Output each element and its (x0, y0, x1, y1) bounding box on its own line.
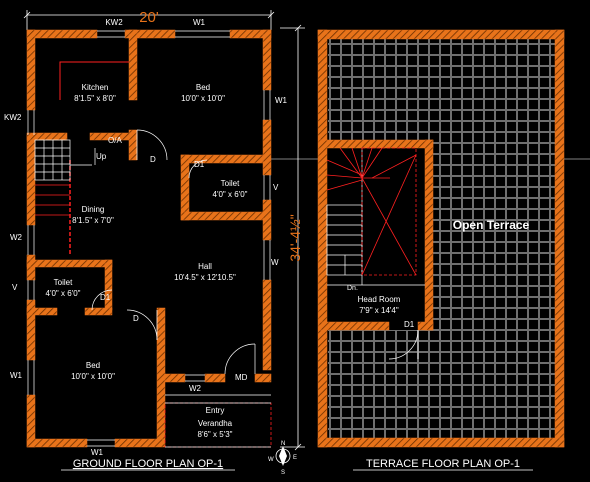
door-bed-bottom-label: D (133, 314, 139, 323)
bed-bottom-name: Bed (86, 361, 100, 370)
terrace-floor-title: TERRACE FLOOR PLAN OP-1 (366, 458, 520, 470)
bed-bottom-size: 10'0" x 10'0" (71, 372, 115, 381)
compass-w: W (268, 457, 274, 463)
vent-right-label: V (273, 183, 279, 192)
down-label: Dn. (347, 285, 358, 292)
terrace-door-label: D1 (404, 320, 415, 329)
oa-label: O/A (108, 136, 122, 145)
w1-bottom-label: W1 (91, 448, 104, 457)
up-label: Up (96, 152, 107, 161)
ground-windows (27, 30, 271, 447)
bed-top-size: 10'0" x 10'0" (181, 94, 225, 103)
door-bed-label: D (150, 155, 156, 164)
w-right-label: W (271, 258, 279, 267)
compass-s: S (281, 470, 285, 476)
compass-n: N (281, 441, 285, 447)
ground-staircase (34, 139, 92, 181)
kw2-left-label: KW2 (4, 113, 22, 122)
width-dimension-label: 20' (139, 9, 159, 26)
bed-top-name: Bed (196, 83, 210, 92)
w1-left-label: W1 (10, 371, 23, 380)
ground-opening-labels: KW2 W1 W1 KW2 O/A Up D D1 V W2 W V D1 D … (4, 18, 288, 457)
door-toilet-left-label: D1 (100, 293, 111, 302)
open-terrace-label: Open Terrace (453, 218, 530, 232)
verandha-size: 8'6" x 5'3" (198, 430, 233, 439)
compass-icon: W E N S (268, 441, 297, 476)
depth-dimension-label: 34'-4½" (287, 214, 303, 261)
w1-right-label: W1 (275, 96, 288, 105)
door-toilet-label: D1 (194, 160, 205, 169)
entry-label: Entry (206, 406, 225, 415)
compass-e: E (293, 455, 297, 461)
verandha-name: Verandha (198, 419, 233, 428)
ground-floor-title: GROUND FLOOR PLAN OP-1 (73, 458, 223, 470)
w2-bottom-label: W2 (189, 384, 202, 393)
vent-left-label: V (12, 283, 18, 292)
hall-size: 10'4.5" x 12'10.5" (174, 273, 236, 282)
w1-top-label: W1 (193, 18, 206, 27)
toilet-left-name: Toilet (54, 278, 73, 287)
kitchen-name: Kitchen (82, 83, 109, 92)
ground-door-swings (91, 129, 256, 375)
dining-name: Dining (82, 205, 105, 214)
floor-plan-drawing: 20' 34'-4½" Kitchen 8'1.5" x 8'0" Bed 10… (4, 9, 590, 476)
dining-size: 8'1.5" x 7'0" (72, 216, 114, 225)
kw2-top-label: KW2 (105, 18, 123, 27)
ground-outer-walls (26, 29, 272, 448)
toilet-right-size: 4'0" x 6'0" (213, 190, 248, 199)
kitchen-size: 8'1.5" x 8'0" (74, 94, 116, 103)
toilet-left-size: 4'0" x 6'0" (46, 289, 81, 298)
terrace-floor-plan: Open Terrace Head Room 7'9" x 14'4" Dn. … (317, 29, 565, 471)
main-door-label: MD (235, 373, 248, 382)
w2-left-label: W2 (10, 233, 23, 242)
head-room-size: 7'9" x 14'4" (359, 306, 399, 315)
hall-name: Hall (198, 262, 212, 271)
stair-red-marks (35, 184, 70, 216)
head-room-name: Head Room (358, 295, 401, 304)
toilet-right-name: Toilet (221, 179, 240, 188)
